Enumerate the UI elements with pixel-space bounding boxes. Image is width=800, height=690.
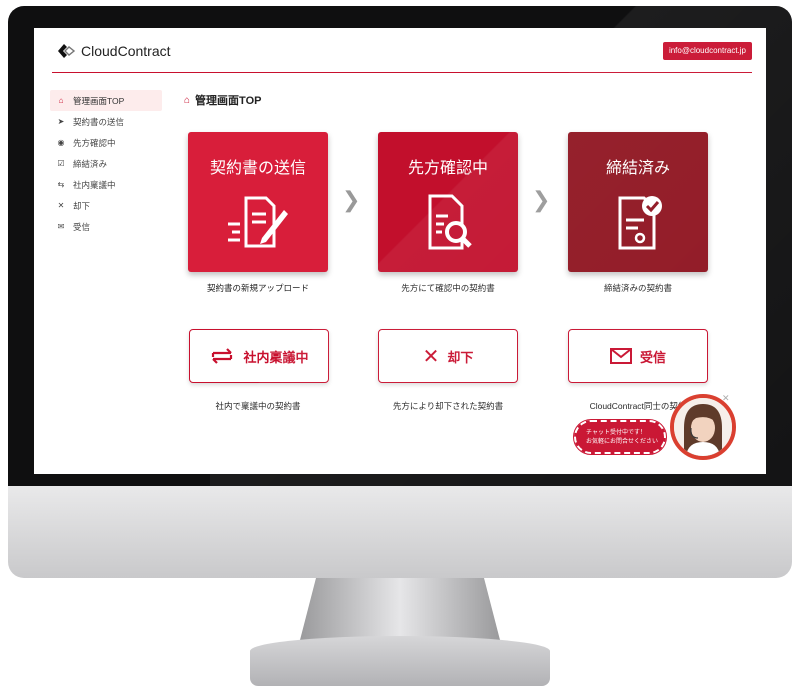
contact-email-button[interactable]: info@cloudcontract.jp — [662, 42, 752, 60]
sidebar-item-label: 先方確認中 — [73, 137, 116, 148]
sidebar-item-signed[interactable]: ☑ 締結済み — [50, 153, 162, 174]
page-title-text: 管理画面TOP — [195, 95, 262, 107]
operator-portrait-icon — [674, 398, 732, 456]
document-edit-icon — [228, 196, 288, 248]
document-certified-icon — [618, 196, 662, 250]
header-divider — [52, 72, 752, 73]
check-icon: ☑ — [57, 159, 65, 168]
logo-text: CloudContract — [81, 43, 171, 59]
button-caption: 社内で稟議中の契約書 — [215, 401, 301, 411]
sidebar-item-label: 締結済み — [73, 158, 108, 169]
chat-bubble[interactable]: チャット受付中です！ お気軽にお問合せください — [573, 419, 667, 455]
chat-close-icon[interactable]: ✕ — [722, 394, 730, 404]
cloudcontract-logo-icon — [58, 44, 76, 58]
sidebar-item-label: 契約書の送信 — [73, 116, 125, 127]
tile-caption: 締結済みの契約書 — [603, 283, 672, 293]
tile-awaiting-confirmation[interactable]: 先方確認中 — [378, 132, 518, 272]
rejected-button[interactable]: ✕ 却下 — [378, 329, 518, 383]
inbox-button[interactable]: 受信 — [568, 329, 708, 383]
sidebar-item-top[interactable]: ⌂ 管理画面TOP — [50, 90, 162, 111]
close-icon: ✕ — [57, 201, 65, 210]
tile-title: 先方確認中 — [407, 158, 488, 177]
sidebar-item-label: 受信 — [73, 221, 91, 232]
tile-title: 契約書の送信 — [209, 158, 306, 177]
monitor-chin — [8, 486, 792, 578]
chat-line-1: チャット受付中です！ — [586, 430, 646, 436]
mail-icon — [609, 348, 632, 364]
sidebar-item-inbox[interactable]: ✉ 受信 — [50, 216, 162, 237]
internal-approval-button[interactable]: 社内稟議中 — [189, 329, 329, 383]
tile-caption: 契約書の新規アップロード — [206, 283, 309, 293]
monitor-stand-neck — [300, 578, 500, 640]
mail-icon: ✉ — [57, 222, 65, 231]
chevron-right-icon: ❯ — [532, 188, 551, 213]
sidebar-item-send[interactable]: ➤ 契約書の送信 — [50, 111, 162, 132]
app-screen: CloudContract info@cloudcontract.jp ⌂ 管理… — [34, 28, 766, 474]
chat-line-2: お気軽にお問合せください — [586, 439, 659, 445]
tile-signed[interactable]: 締結済み — [568, 132, 708, 272]
sidebar-item-pending[interactable]: ◉ 先方確認中 — [50, 132, 162, 153]
sidebar-item-label: 却下 — [73, 200, 91, 211]
swap-icon: ⇆ — [57, 180, 65, 189]
chevron-right-icon: ❯ — [342, 188, 361, 213]
sidebar-item-rejected[interactable]: ✕ 却下 — [50, 195, 162, 216]
button-label: 社内稟議中 — [243, 349, 309, 365]
close-icon: ✕ — [422, 345, 440, 368]
document-search-icon — [428, 194, 472, 250]
monitor-stand-base — [250, 636, 550, 686]
sidebar-item-label: 管理画面TOP — [73, 95, 125, 106]
button-label: 受信 — [639, 349, 666, 365]
tile-send-contract[interactable]: 契約書の送信 — [188, 132, 328, 272]
button-label: 却下 — [447, 349, 474, 365]
sidebar-item-label: 社内稟議中 — [73, 179, 116, 190]
sidebar-item-internal[interactable]: ⇆ 社内稟議中 — [50, 174, 162, 195]
tile-title: 締結済み — [605, 158, 670, 177]
eye-icon: ◉ — [57, 138, 65, 147]
button-caption: 先方により却下された契約書 — [392, 401, 504, 411]
home-icon: ⌂ — [58, 96, 64, 105]
sidebar: ⌂ 管理画面TOP ➤ 契約書の送信 ◉ 先方確認中 ☑ 締結済み ⇆ 社内稟議… — [50, 90, 162, 237]
home-icon: ⌂ — [184, 94, 191, 106]
page-title: ⌂ 管理画面TOP — [184, 92, 261, 108]
swap-icon — [212, 348, 233, 364]
app-logo[interactable]: CloudContract — [56, 42, 171, 60]
tile-caption: 先方にて確認中の契約書 — [401, 283, 495, 293]
send-icon: ➤ — [57, 117, 65, 126]
